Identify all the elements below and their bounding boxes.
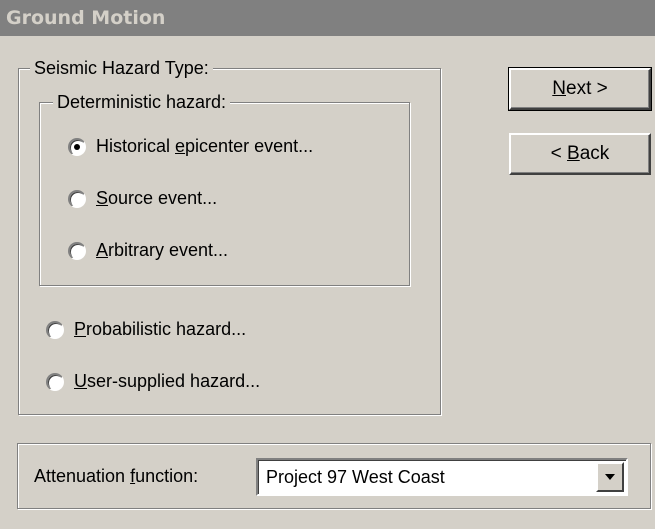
- window-title-bar: Ground Motion: [0, 0, 655, 36]
- next-button-label: Next >: [552, 78, 608, 99]
- radio-label: Historical epicenter event...: [96, 136, 314, 156]
- radio-label: User-supplied hazard...: [74, 371, 261, 391]
- attenuation-function-label: Attenuation function:: [34, 466, 199, 486]
- radio-button[interactable]: [68, 241, 86, 260]
- seismic-hazard-type-legend: Seismic Hazard Type:: [30, 58, 213, 78]
- radio-button[interactable]: [68, 189, 86, 208]
- radio-label: Probabilistic hazard...: [74, 319, 247, 339]
- radio-label: Arbitrary event...: [96, 240, 229, 260]
- attenuation-function-select[interactable]: Project 97 West Coast: [256, 458, 628, 496]
- radio-button[interactable]: [46, 320, 64, 339]
- radio-button-checked[interactable]: [68, 137, 86, 156]
- deterministic-hazard-legend: Deterministic hazard:: [53, 92, 231, 112]
- radio-historical-epicenter-event[interactable]: Historical epicenter event...: [68, 136, 313, 157]
- radio-user-supplied-hazard[interactable]: User-supplied hazard...: [46, 371, 260, 392]
- radio-label: Source event...: [96, 188, 218, 208]
- back-button-label: < Back: [550, 143, 610, 164]
- chevron-down-icon: [605, 474, 615, 480]
- radio-source-event[interactable]: Source event...: [68, 188, 217, 209]
- radio-button[interactable]: [46, 372, 64, 391]
- window-title: Ground Motion: [6, 7, 166, 29]
- back-button[interactable]: < Back: [509, 133, 651, 175]
- dropdown-button[interactable]: [596, 462, 624, 492]
- radio-arbitrary-event[interactable]: Arbitrary event...: [68, 240, 228, 261]
- attenuation-function-value: Project 97 West Coast: [266, 467, 445, 487]
- next-button[interactable]: Next >: [508, 67, 652, 111]
- radio-probabilistic-hazard[interactable]: Probabilistic hazard...: [46, 319, 246, 340]
